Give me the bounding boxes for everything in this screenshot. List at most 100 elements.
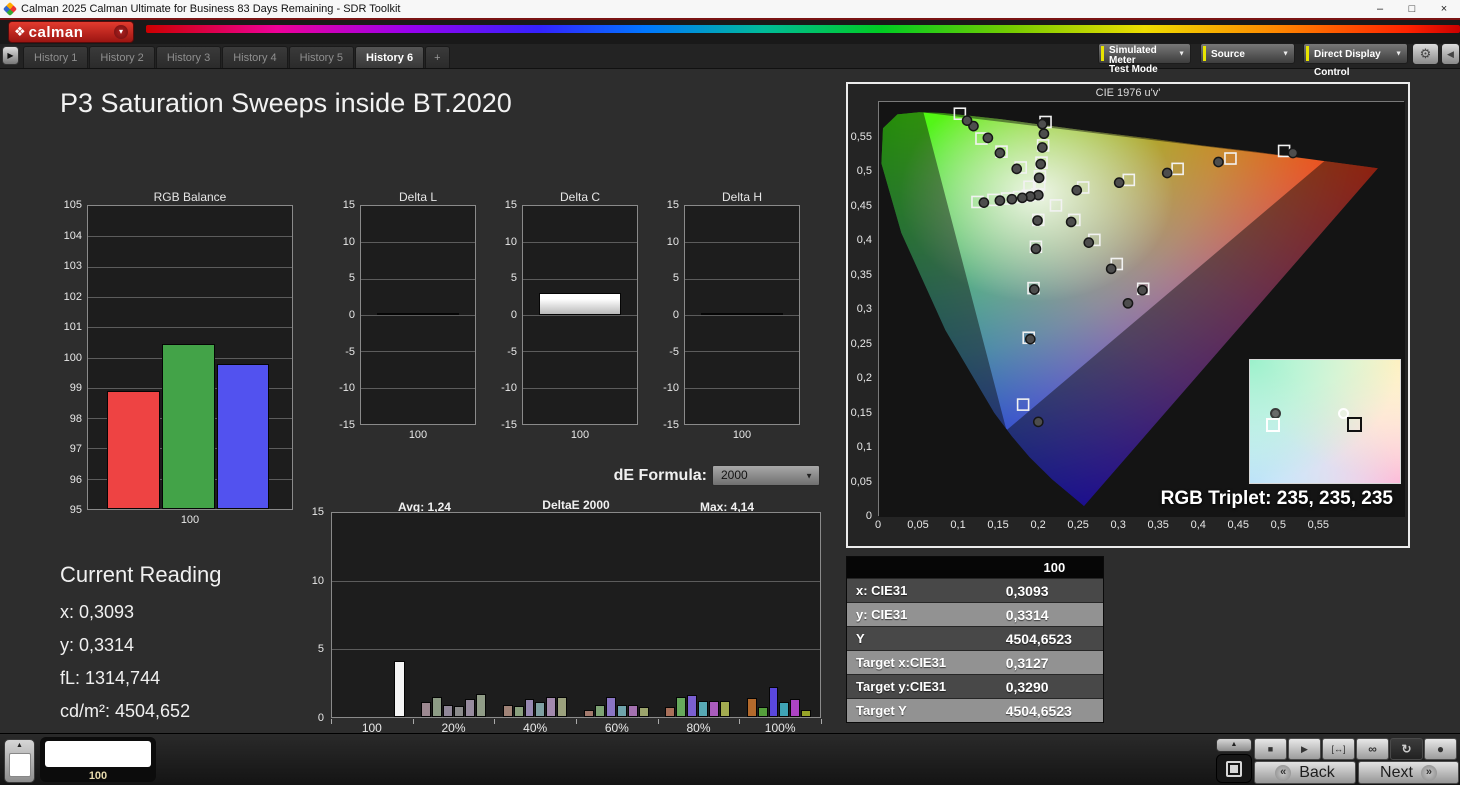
meter-dropdown[interactable]: Simulated MeterTest Mode ▼ xyxy=(1098,43,1191,64)
measured-point xyxy=(1012,164,1021,173)
measured-point xyxy=(1034,417,1043,426)
tab-history-1[interactable]: History 1 xyxy=(23,46,88,68)
patch-swatch-small xyxy=(9,753,31,777)
y-axis-tick-label: 98 xyxy=(70,413,82,425)
logo-dropdown-icon[interactable]: ▾ xyxy=(114,25,128,39)
refresh-icon: ↻ xyxy=(1401,742,1411,756)
y-axis-tick-label: -15 xyxy=(501,419,517,431)
table-row-label: Target x:CIE31 xyxy=(847,651,1006,674)
measured-point xyxy=(1035,173,1044,182)
read-icon xyxy=(1226,761,1242,777)
gridline xyxy=(685,279,799,280)
window-title: Calman 2025 Calman Ultimate for Business… xyxy=(21,3,400,15)
tab-scroll-button[interactable]: ▶ xyxy=(2,46,19,65)
range-button[interactable]: [↔] xyxy=(1322,738,1355,760)
refresh-button[interactable]: ↻ xyxy=(1390,738,1423,760)
gridline xyxy=(88,236,292,237)
bar xyxy=(709,701,719,717)
footer-bar: ▲ 100 ▲ ■▶[↔]∞ ↻ ● « Back Next » xyxy=(0,733,1460,785)
readings-table: 100 x: CIE310,3093y: CIE310,3314Y4504,65… xyxy=(846,556,1104,723)
tab-history-2[interactable]: History 2 xyxy=(89,46,154,68)
measured-point xyxy=(1033,216,1042,225)
measured-point xyxy=(1072,186,1081,195)
delta-c-title: Delta C xyxy=(522,190,638,204)
record-button[interactable]: ● xyxy=(1424,738,1457,760)
chevron-down-icon: ▼ xyxy=(1282,50,1289,57)
tab-history-3[interactable]: History 3 xyxy=(156,46,221,68)
reading-cdm2: cd/m²: 4504,652 xyxy=(60,701,190,722)
bar xyxy=(687,695,697,717)
patch-up-button[interactable]: ▲ xyxy=(4,739,35,783)
settings-button[interactable]: ⚙ xyxy=(1412,43,1439,65)
window-controls: – □ × xyxy=(1364,0,1460,18)
y-axis-tick-label: 15 xyxy=(312,506,324,518)
y-axis-tick-label: 5 xyxy=(349,272,355,284)
collapse-panel-button[interactable]: ◀ xyxy=(1441,43,1460,65)
table-row-label: y: CIE31 xyxy=(847,603,1006,626)
play-button[interactable]: ▶ xyxy=(1288,738,1321,760)
tab-history-5[interactable]: History 5 xyxy=(289,46,354,68)
delta-h-y-axis: 151050-5-10-15 xyxy=(652,205,682,425)
gridline xyxy=(523,315,637,316)
tab-history-4[interactable]: History 4 xyxy=(222,46,287,68)
table-row-label: Y xyxy=(847,627,1006,650)
target-square-icon xyxy=(1266,418,1280,432)
bar xyxy=(557,697,567,717)
source-dropdown[interactable]: Source ▼ xyxy=(1200,43,1295,64)
gridline xyxy=(523,388,637,389)
back-button[interactable]: « Back xyxy=(1254,761,1356,784)
table-row-value: 4504,6523 xyxy=(1006,699,1103,722)
cie-x-tick-label: 0,55 xyxy=(1308,519,1329,531)
measured-point xyxy=(1031,244,1040,253)
next-button[interactable]: Next » xyxy=(1358,761,1459,784)
bar xyxy=(628,705,638,717)
measured-point xyxy=(1039,129,1048,138)
bar xyxy=(698,701,708,717)
cie-x-tick-label: 0,1 xyxy=(950,519,965,531)
cie-x-tick-label: 0,5 xyxy=(1271,519,1286,531)
calman-menu-button[interactable]: ❖ calman ▾ xyxy=(8,21,134,43)
cie-y-tick-label: 0 xyxy=(866,510,872,522)
y-axis-tick-label: 104 xyxy=(64,230,82,242)
tab-add-button[interactable]: + xyxy=(425,46,449,68)
measured-point xyxy=(1123,299,1132,308)
table-row-label: x: CIE31 xyxy=(847,579,1006,602)
bar xyxy=(377,313,459,315)
close-button[interactable]: × xyxy=(1428,0,1460,18)
rgb-balance-title: RGB Balance xyxy=(87,190,293,204)
cie-y-tick-label: 0,55 xyxy=(851,131,872,143)
tab-history-6[interactable]: History 6 xyxy=(355,46,424,68)
cie-plot: RGB Triplet: 235, 235, 235 xyxy=(878,101,1404,516)
gridline xyxy=(332,649,820,650)
current-patch-label: 100 xyxy=(40,770,156,782)
delta-c-x-label: 100 xyxy=(522,429,638,441)
bar xyxy=(535,702,545,717)
read-patch-button[interactable] xyxy=(1216,754,1252,783)
cie-y-tick-label: 0,4 xyxy=(857,234,872,246)
y-axis-tick-label: 10 xyxy=(343,236,355,248)
de-formula-dropdown[interactable]: 2000 ▼ xyxy=(712,465,820,486)
current-patch-container[interactable]: 100 xyxy=(40,737,156,782)
y-axis-tick-label: 0 xyxy=(318,712,324,724)
maximize-button[interactable]: □ xyxy=(1396,0,1428,18)
display-control-dropdown[interactable]: Direct Display Control ▼ xyxy=(1303,43,1408,64)
bar xyxy=(539,293,621,315)
gridline xyxy=(332,581,820,582)
bar xyxy=(421,702,431,717)
gridline xyxy=(685,242,799,243)
transport-up-button[interactable]: ▲ xyxy=(1216,738,1252,752)
bar xyxy=(476,694,486,717)
cie-y-tick-label: 0,15 xyxy=(851,407,872,419)
table-row-value: 0,3093 xyxy=(1006,579,1103,602)
continuous-button[interactable]: ∞ xyxy=(1356,738,1389,760)
minimize-button[interactable]: – xyxy=(1364,0,1396,18)
bar xyxy=(606,697,616,717)
stop-button[interactable]: ■ xyxy=(1254,738,1287,760)
y-axis-tick-label: -5 xyxy=(345,346,355,358)
de-formula-value: 2000 xyxy=(721,468,748,482)
measured-point xyxy=(1018,193,1027,202)
display-control-label: Direct Display Control xyxy=(1314,45,1393,82)
cie-y-tick-label: 0,3 xyxy=(857,303,872,315)
window-titlebar: Calman 2025 Calman Ultimate for Business… xyxy=(0,0,1460,18)
back-button-label: Back xyxy=(1299,764,1335,782)
